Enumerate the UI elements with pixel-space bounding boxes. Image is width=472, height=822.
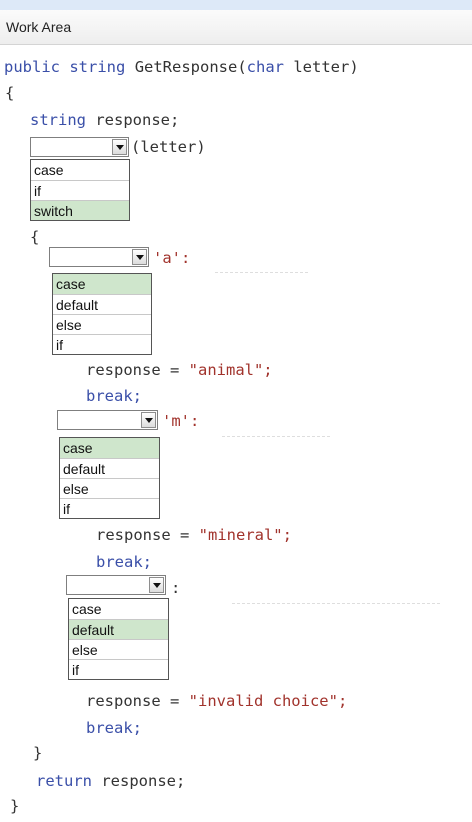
open-brace: { [5, 84, 15, 102]
switch-keyword-dropdown[interactable] [30, 137, 129, 157]
case-a-label: 'a': [153, 249, 191, 267]
option-else[interactable]: else [69, 639, 168, 659]
dropdown-list-3: case default else if [59, 437, 160, 519]
break-1: break; [86, 387, 142, 405]
case-a-keyword-dropdown[interactable] [49, 247, 149, 267]
work-area-header: Work Area [0, 10, 472, 45]
default-keyword-dropdown[interactable] [66, 575, 166, 595]
declaration-line: string response; [30, 111, 180, 129]
faint-line [215, 272, 310, 273]
method-signature: public string GetResponse(char letter) [4, 58, 359, 76]
work-area-title: Work Area [6, 19, 72, 35]
default-colon: : [171, 579, 181, 597]
option-else[interactable]: else [53, 314, 151, 334]
chevron-down-icon[interactable] [141, 412, 156, 428]
case-m-label: 'm': [162, 412, 200, 430]
option-case[interactable]: case [31, 160, 129, 180]
chevron-down-icon[interactable] [149, 577, 164, 593]
assign-animal: response = "animal"; [86, 361, 273, 379]
option-default[interactable]: default [69, 619, 168, 639]
option-case[interactable]: case [60, 438, 159, 458]
break-2: break; [96, 553, 152, 571]
option-if[interactable]: if [53, 334, 151, 354]
faint-line [232, 603, 442, 604]
option-case[interactable]: case [53, 274, 151, 294]
option-case[interactable]: case [69, 599, 168, 619]
chevron-down-icon[interactable] [112, 139, 127, 155]
dropdown-list-2: case default else if [52, 273, 152, 355]
assign-invalid-choice: response = "invalid choice"; [86, 692, 348, 710]
inner-close-brace: } [33, 744, 43, 762]
inner-open-brace: { [30, 228, 40, 246]
break-3: break; [86, 719, 142, 737]
top-strip [0, 0, 472, 10]
return-line: return response; [36, 772, 186, 790]
option-if[interactable]: if [31, 180, 129, 200]
dropdown-list-1: case if switch [30, 159, 130, 221]
option-if[interactable]: if [69, 659, 168, 679]
option-default[interactable]: default [60, 458, 159, 478]
option-if[interactable]: if [60, 498, 159, 518]
option-else[interactable]: else [60, 478, 159, 498]
case-m-keyword-dropdown[interactable] [57, 410, 158, 430]
chevron-down-icon[interactable] [132, 249, 147, 265]
switch-expression: (letter) [131, 138, 206, 156]
faint-line [222, 436, 332, 437]
dropdown-list-4: case default else if [68, 598, 169, 680]
option-switch[interactable]: switch [31, 200, 129, 220]
assign-mineral: response = "mineral"; [96, 526, 292, 544]
option-default[interactable]: default [53, 294, 151, 314]
close-brace: } [10, 797, 20, 815]
